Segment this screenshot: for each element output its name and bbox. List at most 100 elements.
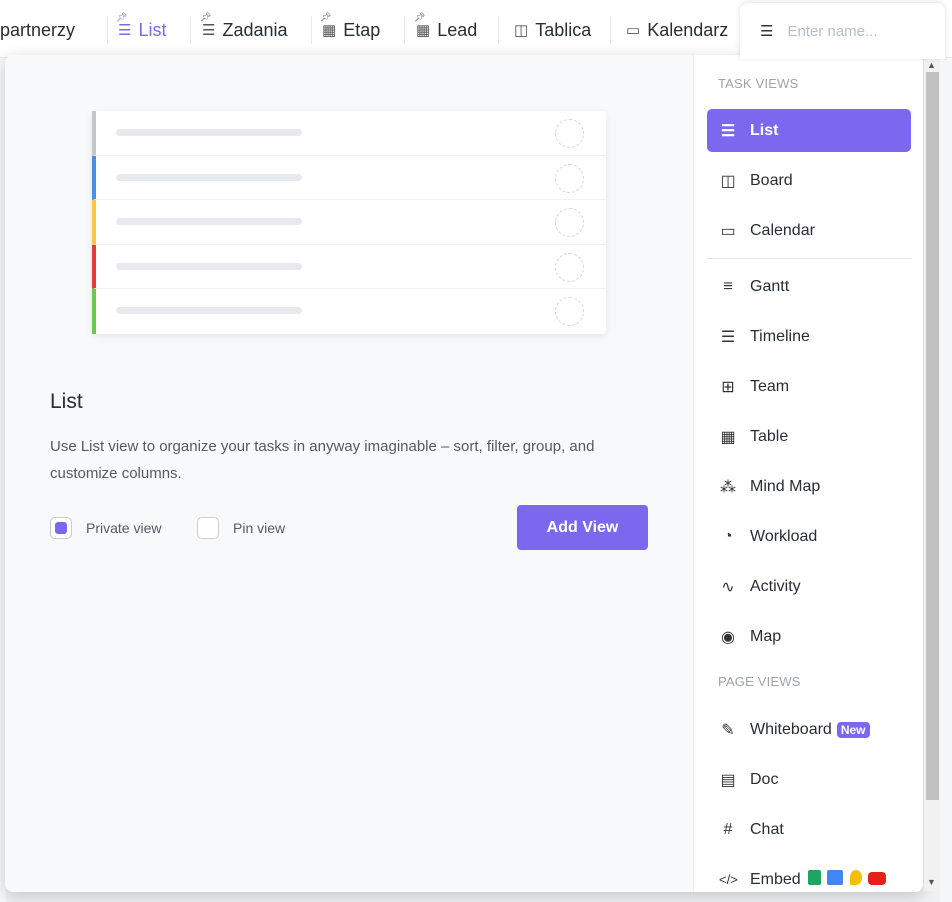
table-icon: ▦	[720, 428, 736, 446]
scrollbar-thumb[interactable]	[926, 72, 939, 800]
menu-item-label: Activity	[750, 577, 801, 595]
add-view-popup: List Use List view to organize your task…	[5, 55, 923, 892]
tab-label: Lead	[437, 19, 478, 40]
menu-item-label: Calendar	[750, 221, 815, 239]
menu-item-team[interactable]: ⊞ Team	[707, 365, 911, 408]
whiteboard-icon: ✎	[721, 721, 735, 739]
team-icon: ⊞	[721, 378, 735, 396]
view-title: List	[50, 390, 83, 413]
new-badge: New	[836, 721, 870, 738]
preview-row	[92, 289, 606, 334]
tab-zadania[interactable]: 📌︎ ☰ Zadania	[200, 12, 288, 46]
map-pin-icon: ◉	[721, 628, 735, 646]
calendar-icon: ▭	[720, 222, 736, 240]
menu-item-label: Board	[750, 171, 793, 189]
table-icon: 📌︎ ▦	[414, 12, 431, 39]
tab-etap[interactable]: 📌︎ ▦ Etap	[320, 12, 381, 46]
divider	[404, 16, 405, 44]
google-calendar-icon	[827, 869, 844, 885]
menu-item-label: Workload	[750, 527, 818, 545]
scroll-down-arrow-icon[interactable]: ▼	[927, 877, 936, 887]
menu-item-label: Embed	[750, 870, 801, 888]
calendar-icon: ▭	[626, 22, 641, 39]
tab-list[interactable]: 📌︎ ☰ List	[116, 12, 167, 46]
menu-item-list[interactable]: ☰ List	[707, 109, 911, 152]
list-view-preview	[92, 111, 606, 334]
section-heading: TASK VIEWS	[718, 76, 799, 91]
private-view-checkbox[interactable]: Private view	[50, 517, 161, 539]
menu-item-embed[interactable]: </> Embed	[707, 858, 911, 892]
activity-icon: ∿	[721, 578, 735, 596]
menu-item-label: Table	[750, 427, 789, 445]
list-icon: ☰	[760, 23, 774, 40]
tab-label: partnerzy	[0, 19, 76, 40]
menu-item-workload[interactable]: ◔ Workload	[707, 515, 911, 558]
divider	[498, 16, 499, 44]
scroll-up-arrow-icon[interactable]: ▲	[927, 60, 936, 70]
table-icon: 📌︎ ▦	[320, 12, 337, 39]
checkbox[interactable]	[197, 517, 219, 539]
menu-item-gantt[interactable]: ≡ Gantt	[707, 265, 911, 308]
view-description: Use List view to organize your tasks in …	[50, 438, 595, 482]
tab-label: Etap	[343, 19, 381, 40]
menu-item-label: Team	[750, 377, 790, 395]
preview-row	[92, 244, 606, 290]
pin-icon: 📌︎	[320, 12, 332, 22]
divider	[610, 16, 611, 44]
menu-item-label: Chat	[750, 820, 784, 838]
list-icon: 📌︎ ☰	[116, 12, 132, 39]
list-icon: 📌︎ ☰	[200, 12, 216, 39]
pin-icon: 📌︎	[200, 12, 212, 22]
menu-item-label: Doc	[750, 770, 779, 788]
tab-label: Kalendarz	[647, 19, 729, 40]
menu-item-chat[interactable]: # Chat	[707, 808, 911, 851]
menu-item-table[interactable]: ▦ Table	[707, 415, 911, 458]
menu-item-map[interactable]: ◉ Map	[707, 615, 911, 658]
menu-item-label: Mind Map	[750, 477, 821, 495]
code-icon: </>	[719, 872, 738, 887]
gantt-icon: ≡	[723, 277, 733, 295]
menu-item-doc[interactable]: ▤ Doc	[707, 758, 911, 801]
youtube-icon	[868, 871, 887, 885]
board-icon: ◫	[720, 172, 736, 190]
checkbox[interactable]	[50, 517, 72, 539]
tab-partnerzy[interactable]: partnerzy	[0, 14, 75, 46]
google-maps-icon	[849, 869, 862, 885]
timeline-icon: ☰	[720, 328, 736, 346]
mind-map-icon: ⁂	[720, 478, 736, 496]
tab-lead[interactable]: 📌︎ ▦ Lead	[414, 12, 478, 46]
pin-icon: 📌︎	[116, 12, 128, 22]
google-sheets-icon	[807, 869, 821, 885]
add-view-button[interactable]: Add View	[517, 505, 648, 550]
tab-tablica[interactable]: ◫ Tablica	[514, 14, 591, 46]
workload-icon: ◔	[723, 527, 733, 545]
menu-item-label: Timeline	[750, 327, 810, 345]
menu-item-mind-map[interactable]: ⁂ Mind Map	[707, 465, 911, 508]
view-name-input[interactable]	[787, 22, 928, 40]
pin-view-label: Pin view	[233, 520, 286, 536]
menu-item-activity[interactable]: ∿ Activity	[707, 565, 911, 608]
menu-item-timeline[interactable]: ☰ Timeline	[707, 315, 911, 358]
menu-item-calendar[interactable]: ▭ Calendar	[707, 209, 911, 252]
tab-label: Tablica	[535, 19, 592, 40]
menu-item-board[interactable]: ◫ Board	[707, 159, 911, 202]
preview-row	[92, 200, 606, 245]
tab-kalendarz[interactable]: ▭ Kalendarz	[626, 14, 728, 46]
menu-item-whiteboard[interactable]: ✎ Whiteboard New	[707, 708, 911, 751]
tab-label: List	[138, 19, 167, 40]
menu-scrollbar[interactable]: ▲ ▼	[924, 58, 940, 891]
menu-item-label: Map	[750, 627, 782, 645]
menu-item-label: Gantt	[750, 277, 790, 295]
section-heading: PAGE VIEWS	[718, 674, 801, 689]
pin-view-checkbox[interactable]: Pin view	[197, 517, 285, 539]
hash-icon: #	[723, 820, 733, 838]
pin-icon: 📌︎	[414, 12, 426, 22]
menu-item-label: List	[750, 121, 779, 139]
view-name-field: ☰	[740, 3, 945, 59]
view-type-menu: TASK VIEWS ☰ List ◫ Board ▭ Calendar ≡ Gantt…	[693, 55, 923, 892]
preview-row	[92, 111, 606, 156]
tab-label: Zadania	[222, 19, 288, 40]
board-icon: ◫	[514, 22, 529, 39]
doc-icon: ▤	[720, 771, 736, 789]
divider	[311, 16, 312, 44]
